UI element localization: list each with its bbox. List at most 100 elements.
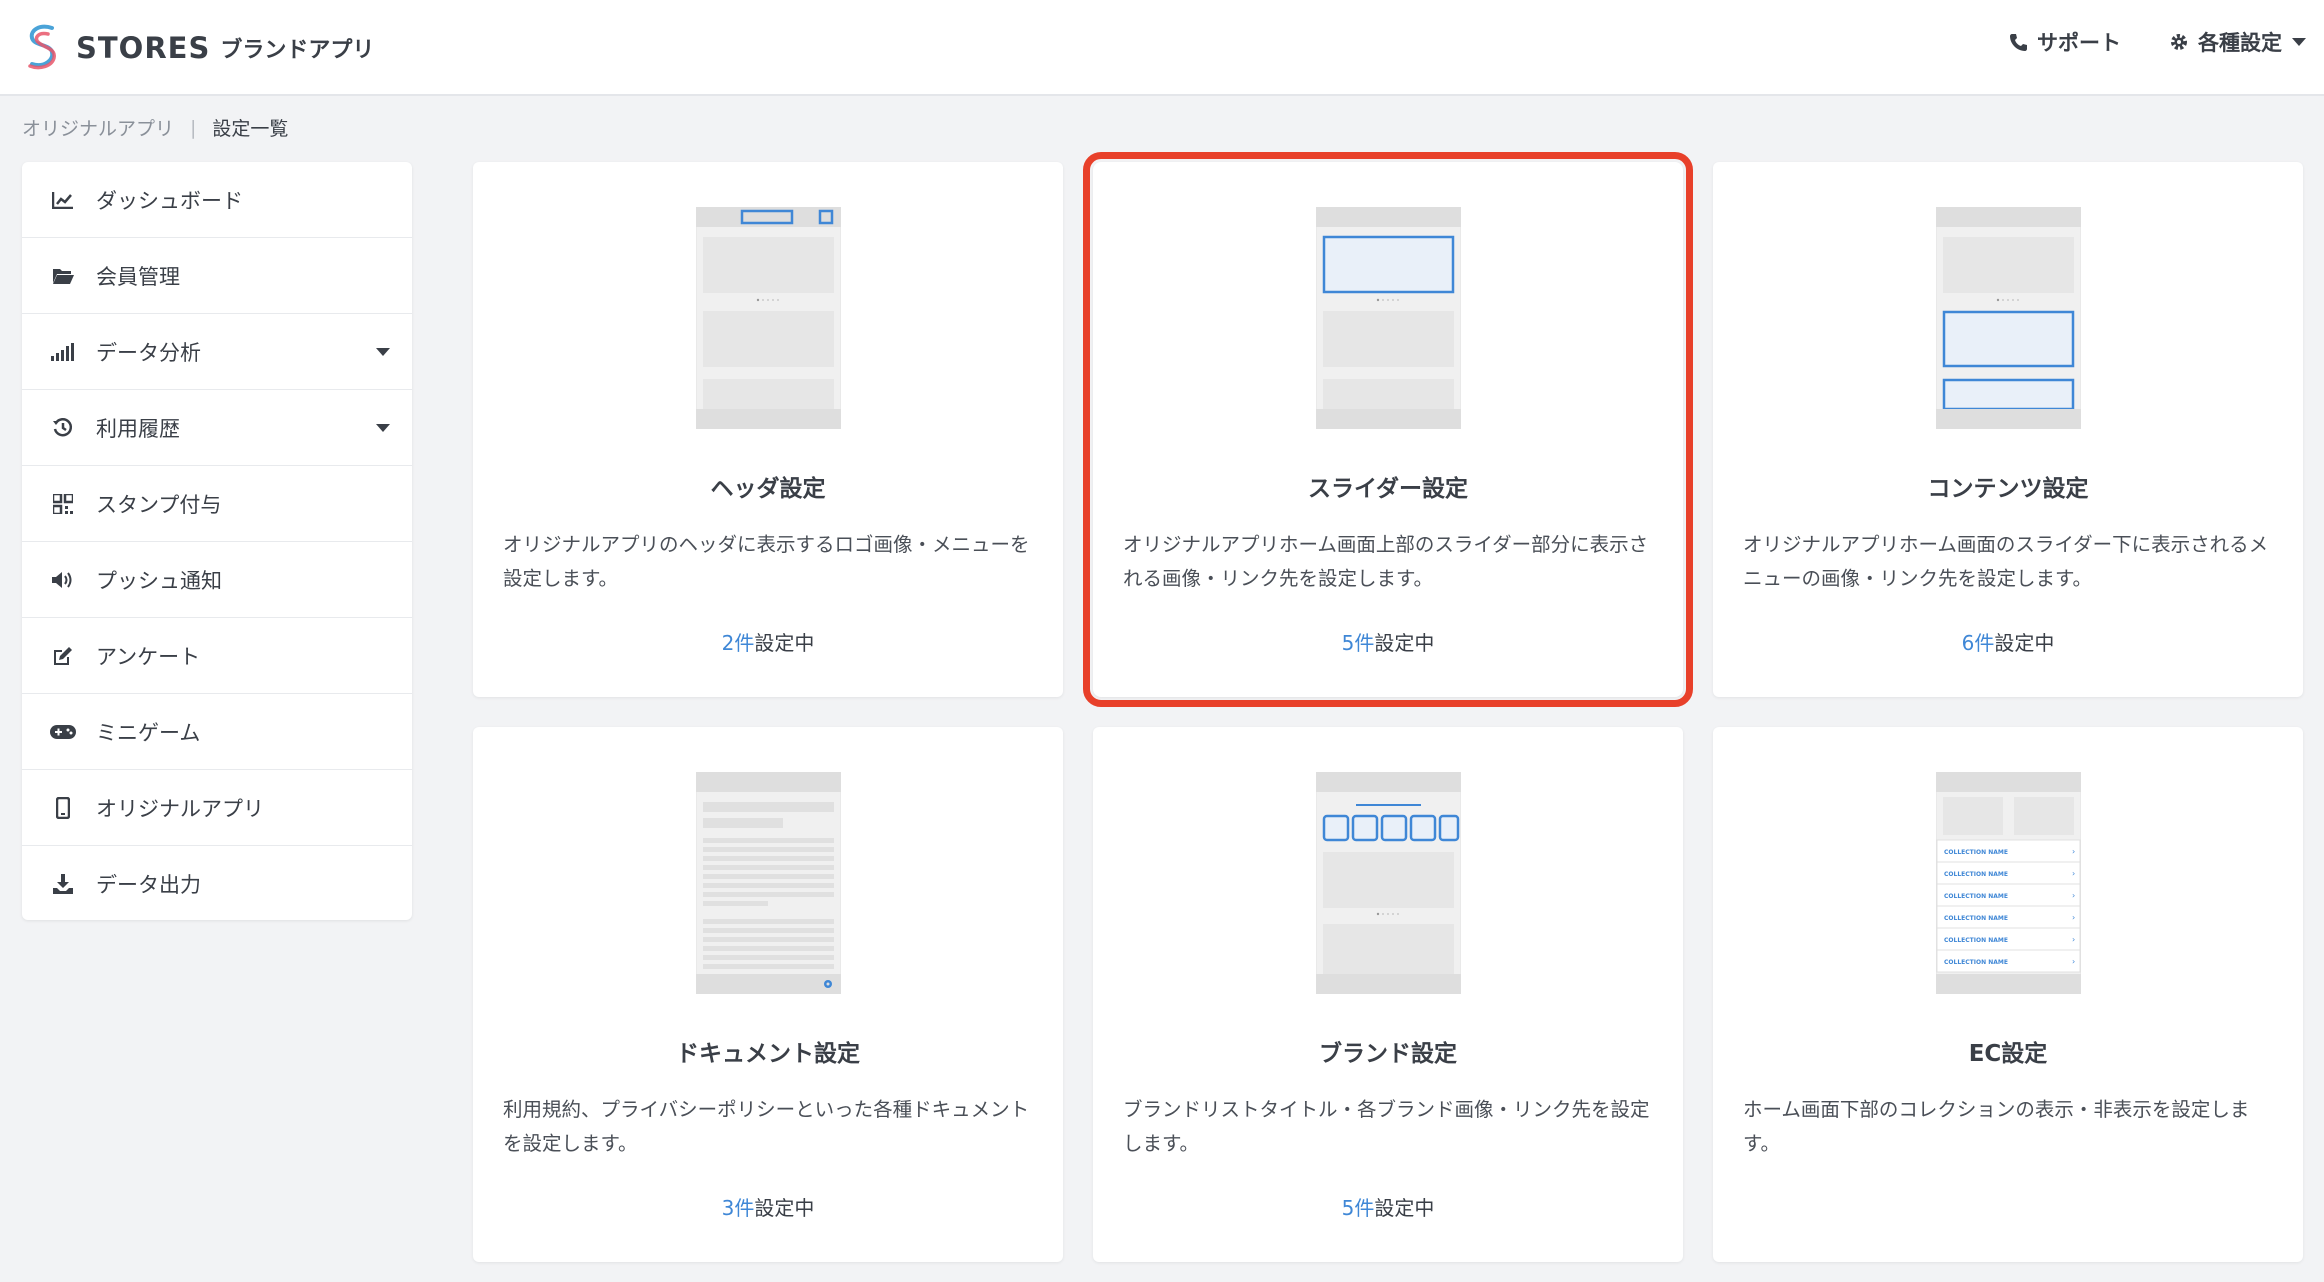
- sidebar-item-label: オリジナルアプリ: [96, 796, 264, 821]
- sidebar-item-dashboard[interactable]: ダッシュボード: [22, 162, 412, 238]
- collection-label: COLLECTION NAME: [1944, 959, 2008, 966]
- count-suffix: 設定中: [754, 631, 815, 655]
- brand-subtitle: ブランドアプリ: [220, 38, 375, 63]
- breadcrumb: オリジナルアプリ | 設定一覧: [22, 114, 288, 141]
- card-description: ホーム画面下部のコレクションの表示・非表示を設定します。: [1743, 1098, 2250, 1155]
- sidebar: ダッシュボード 会員管理 データ分析 利用履歴 スタンプ付与 プッシュ通知 アン…: [22, 162, 412, 920]
- top-bar: STORES ブランドアプリ サポート 各種設定: [0, 0, 2324, 96]
- collection-label: COLLECTION NAME: [1944, 915, 2008, 922]
- collection-label: COLLECTION NAME: [1944, 871, 2008, 878]
- signal-bars-icon: [50, 339, 76, 365]
- sidebar-item-survey[interactable]: アンケート: [22, 618, 412, 694]
- collection-label: COLLECTION NAME: [1944, 849, 2008, 856]
- count-number: 5件: [1341, 631, 1375, 655]
- card-description: オリジナルアプリホーム画面上部のスライダー部分に表示される画像・リンク先を設定し…: [1123, 533, 1649, 590]
- svg-text:›: ›: [2072, 891, 2075, 900]
- breadcrumb-current: 設定一覧: [212, 118, 289, 140]
- breadcrumb-parent[interactable]: オリジナルアプリ: [22, 114, 174, 141]
- card-count: 6件設定中: [1713, 627, 2303, 656]
- support-link[interactable]: サポート: [2008, 27, 2121, 57]
- count-suffix: 設定中: [1374, 1196, 1435, 1220]
- settings-dropdown[interactable]: 各種設定: [2169, 27, 2306, 57]
- card-header-settings[interactable]: ヘッダ設定 オリジナルアプリのヘッダに表示するロゴ画像・メニューを設定します。 …: [473, 162, 1063, 697]
- count-number: 2件: [721, 631, 755, 655]
- settings-label: 各種設定: [2198, 31, 2282, 55]
- card-title: コンテンツ設定: [1927, 476, 2089, 502]
- ec-collection-rows: COLLECTION NAME › COLLECTION NAME › COLL…: [1936, 839, 2081, 973]
- card-title: EC設定: [1968, 1041, 2048, 1067]
- sidebar-item-label: スタンプ付与: [96, 492, 222, 517]
- stores-logo-icon: [28, 24, 56, 70]
- app-logo[interactable]: STORES ブランドアプリ: [22, 16, 374, 80]
- count-number: 6件: [1961, 631, 1995, 655]
- breadcrumb-separator: |: [190, 116, 197, 139]
- count-suffix: 設定中: [1994, 631, 2055, 655]
- mobile-icon: [50, 795, 76, 821]
- sidebar-item-label: ダッシュボード: [96, 188, 243, 213]
- sidebar-item-push-notification[interactable]: プッシュ通知: [22, 542, 412, 618]
- card-title: スライダー設定: [1307, 476, 1469, 502]
- sidebar-item-label: ミニゲーム: [96, 720, 201, 745]
- collection-label: COLLECTION NAME: [1944, 937, 2008, 944]
- svg-text:›: ›: [2072, 869, 2075, 878]
- card-description: オリジナルアプリホーム画面のスライダー下に表示されるメニューの画像・リンク先を設…: [1743, 533, 2269, 590]
- collection-label: COLLECTION NAME: [1944, 893, 2008, 900]
- count-suffix: 設定中: [754, 1196, 815, 1220]
- card-title: ヘッダ設定: [710, 476, 826, 502]
- contents-settings-illustration: [1936, 207, 2081, 429]
- qrcode-icon: [50, 491, 76, 517]
- brand-name: STORES: [76, 31, 211, 65]
- card-slider-settings[interactable]: スライダー設定 オリジナルアプリホーム画面上部のスライダー部分に表示される画像・…: [1083, 152, 1693, 707]
- sidebar-item-label: データ分析: [96, 340, 201, 365]
- brand-settings-illustration: [1316, 772, 1461, 994]
- card-ec-settings[interactable]: COLLECTION NAME › COLLECTION NAME › COLL…: [1713, 727, 2303, 1262]
- slider-settings-illustration: [1316, 207, 1461, 429]
- card-contents-settings[interactable]: コンテンツ設定 オリジナルアプリホーム画面のスライダー下に表示されるメニューの画…: [1713, 162, 2303, 697]
- count-number: 3件: [721, 1196, 755, 1220]
- count-suffix: 設定中: [1374, 631, 1435, 655]
- sidebar-item-data-analysis[interactable]: データ分析: [22, 314, 412, 390]
- card-count: 3件設定中: [473, 1192, 1063, 1221]
- header-settings-illustration: [696, 207, 841, 429]
- sidebar-item-usage-history[interactable]: 利用履歴: [22, 390, 412, 466]
- card-brand-settings[interactable]: ブランド設定 ブランドリストタイトル・各ブランド画像・リンク先を設定します。 5…: [1093, 727, 1683, 1262]
- sidebar-item-members[interactable]: 会員管理: [22, 238, 412, 314]
- sidebar-item-minigame[interactable]: ミニゲーム: [22, 694, 412, 770]
- edit-icon: [50, 643, 76, 669]
- download-icon: [50, 871, 76, 897]
- card-count: 5件設定中: [1093, 627, 1683, 656]
- svg-text:›: ›: [2072, 935, 2075, 944]
- svg-text:›: ›: [2072, 847, 2075, 856]
- support-label: サポート: [2037, 31, 2121, 55]
- document-settings-illustration: [696, 772, 841, 994]
- sidebar-item-label: プッシュ通知: [96, 568, 222, 593]
- sidebar-item-stamp[interactable]: スタンプ付与: [22, 466, 412, 542]
- folder-open-icon: [50, 263, 76, 289]
- phone-icon: [2010, 34, 2027, 51]
- chevron-down-icon: [376, 348, 390, 356]
- sidebar-item-original-app[interactable]: オリジナルアプリ: [22, 770, 412, 846]
- card-description: オリジナルアプリのヘッダに表示するロゴ画像・メニューを設定します。: [503, 533, 1030, 590]
- card-title: ブランド設定: [1319, 1041, 1457, 1067]
- svg-text:›: ›: [2072, 913, 2075, 922]
- speaker-icon: [50, 567, 76, 593]
- card-title: ドキュメント設定: [676, 1041, 860, 1067]
- top-nav: サポート 各種設定: [1960, 22, 2306, 62]
- sidebar-item-label: アンケート: [96, 644, 201, 669]
- history-icon: [50, 415, 76, 441]
- sidebar-item-label: データ出力: [96, 873, 201, 897]
- ec-settings-illustration: COLLECTION NAME › COLLECTION NAME › COLL…: [1936, 772, 2081, 994]
- chevron-down-icon: [376, 424, 390, 432]
- card-description: ブランドリストタイトル・各ブランド画像・リンク先を設定します。: [1123, 1098, 1650, 1155]
- card-document-settings[interactable]: ドキュメント設定 利用規約、プライバシーポリシーといった各種ドキュメントを設定し…: [473, 727, 1063, 1262]
- chart-line-icon: [50, 187, 76, 213]
- svg-text:›: ›: [2072, 957, 2075, 966]
- sidebar-item-data-export[interactable]: データ出力: [22, 846, 412, 922]
- sidebar-item-label: 会員管理: [96, 264, 180, 289]
- gear-icon: [2171, 34, 2187, 50]
- card-count: 5件設定中: [1093, 1192, 1683, 1221]
- sidebar-item-label: 利用履歴: [96, 416, 180, 441]
- count-number: 5件: [1341, 1196, 1375, 1220]
- card-count: 2件設定中: [473, 627, 1063, 656]
- card-description: 利用規約、プライバシーポリシーといった各種ドキュメントを設定します。: [503, 1098, 1030, 1155]
